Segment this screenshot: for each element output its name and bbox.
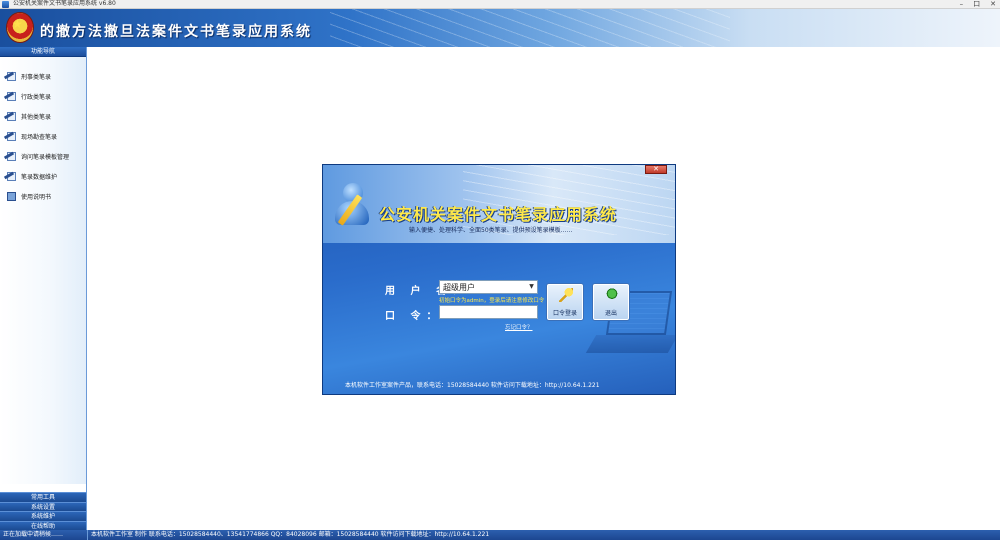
sidebar-header: 功能导航 xyxy=(0,47,86,57)
login-button[interactable]: 口令登录 xyxy=(546,283,584,321)
sidebar-item-label: 行政类笔录 xyxy=(21,93,52,101)
pen-page-icon xyxy=(3,171,18,182)
sidebar-list: 刑事类笔录 行政类笔录 其他类笔录 现场勘查笔录 询问笔录模板管理 笔录数据维护 xyxy=(0,57,86,484)
sidebar-item-other-record[interactable]: 其他类笔录 xyxy=(0,106,86,126)
forgot-password-link[interactable]: 忘记口令？ xyxy=(505,323,533,331)
status-info: 本机软件工作室 制作 联系电话：15028584440、13541774866 … xyxy=(91,531,490,538)
window-controls: – 口 ✕ xyxy=(960,0,996,8)
login-dialog: ✕ 公安机关案件文书笔录应用系统 输入便捷、处理科学、全面50类笔录、提供预设笔… xyxy=(322,164,676,395)
sidebar-item-label: 笔录数据维护 xyxy=(21,173,58,181)
dialog-subtitle: 输入便捷、处理科学、全面50类笔录、提供预设笔录模板…… xyxy=(409,227,573,234)
header-banner: ★ 的撤方法撤旦法案件文书笔录应用系统 xyxy=(0,9,1000,47)
pen-page-icon xyxy=(3,131,18,142)
close-button[interactable]: ✕ xyxy=(990,0,996,8)
exit-icon xyxy=(605,288,619,302)
book-icon xyxy=(4,191,18,202)
status-left: 正在加载中请稍候…… xyxy=(0,530,88,540)
key-icon xyxy=(559,288,573,302)
sidebar-item-manual[interactable]: 使用说明书 xyxy=(0,186,86,206)
minimize-button[interactable]: – xyxy=(960,0,964,8)
banner-title: 的撤方法撤旦法案件文书笔录应用系统 xyxy=(40,24,312,40)
sidebar-item-scene-record[interactable]: 现场勘查笔录 xyxy=(0,126,86,146)
sidebar-item-criminal-record[interactable]: 刑事类笔录 xyxy=(0,66,86,86)
user-pencil-logo-icon xyxy=(333,183,373,227)
login-button-label: 口令登录 xyxy=(552,310,577,317)
dialog-close-button[interactable]: ✕ xyxy=(645,165,667,174)
dialog-title: 公安机关案件文书笔录应用系统 xyxy=(379,205,618,224)
online-help-button[interactable]: 在线帮助 xyxy=(0,520,86,530)
chevron-down-icon[interactable]: ▼ xyxy=(526,281,537,293)
sidebar-item-label: 现场勘查笔录 xyxy=(21,133,58,141)
sidebar-item-label: 使用说明书 xyxy=(21,193,52,201)
banner-decoration xyxy=(330,9,730,47)
pen-page-icon xyxy=(3,91,18,102)
system-maintain-button[interactable]: 系统维护 xyxy=(0,511,86,521)
title-bar: 公安机关案件文书笔录应用系统 v6.80 – 口 ✕ xyxy=(0,0,1000,9)
system-settings-button[interactable]: 系统设置 xyxy=(0,501,86,511)
pen-page-icon xyxy=(3,71,18,82)
pen-page-icon xyxy=(3,151,18,162)
sidebar-item-data-maintain[interactable]: 笔录数据维护 xyxy=(0,166,86,186)
sidebar-bottom-buttons: 常用工具 系统设置 系统维护 在线帮助 xyxy=(0,492,86,530)
username-select[interactable]: 超级用户 ▼ xyxy=(439,280,538,294)
pen-page-icon xyxy=(3,111,18,122)
dialog-footer: 本机软件工作室案件产品，联系电话：15028584440 软件访问下载地址：ht… xyxy=(345,382,600,389)
sidebar-item-template-manage[interactable]: 询问笔录模板管理 xyxy=(0,146,86,166)
sidebar-item-label: 询问笔录模板管理 xyxy=(21,153,70,161)
exit-button[interactable]: 退出 xyxy=(592,283,630,321)
sidebar-item-admin-record[interactable]: 行政类笔录 xyxy=(0,86,86,106)
exit-button-label: 退出 xyxy=(604,310,617,317)
window-title: 公安机关案件文书笔录应用系统 v6.80 xyxy=(13,0,116,7)
password-hint: 初始口令为admin，登录后请注意修改口令 xyxy=(439,298,545,304)
password-label: 口 令： xyxy=(385,311,443,322)
app-window: 公安机关案件文书笔录应用系统 v6.80 – 口 ✕ ★ 的撤方法撤旦法案件文书… xyxy=(0,0,1000,540)
status-bar: 正在加载中请稍候…… 本机软件工作室 制作 联系电话：15028584440、1… xyxy=(0,530,1000,540)
common-tools-button[interactable]: 常用工具 xyxy=(0,492,86,502)
password-input[interactable] xyxy=(439,305,538,319)
sidebar-item-label: 其他类笔录 xyxy=(21,113,52,121)
emblem-star-icon: ★ xyxy=(12,17,23,31)
app-icon xyxy=(2,0,9,8)
username-value: 超级用户 xyxy=(443,282,475,292)
sidebar-item-label: 刑事类笔录 xyxy=(21,73,52,81)
maximize-button[interactable]: 口 xyxy=(973,0,980,8)
sidebar: 功能导航 刑事类笔录 行政类笔录 其他类笔录 现场勘查笔录 询问笔录模板管理 笔… xyxy=(0,47,87,530)
